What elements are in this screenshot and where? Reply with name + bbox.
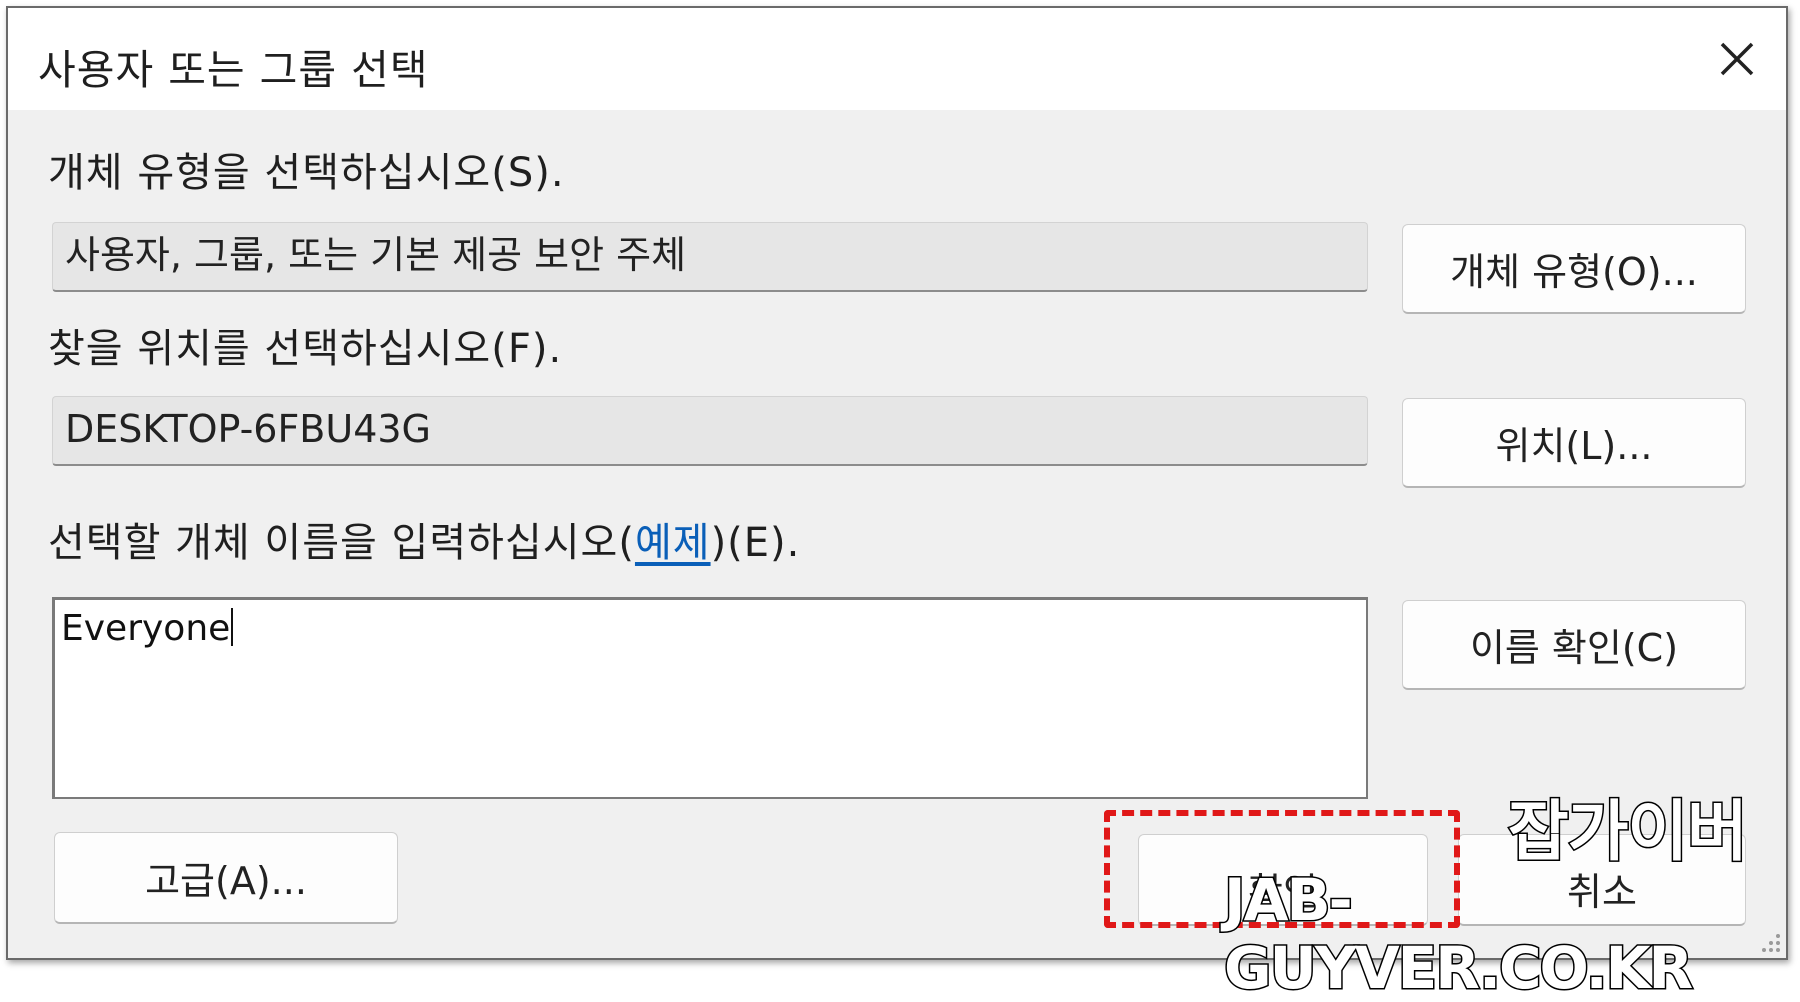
text-caret <box>231 608 234 646</box>
location-label: 찾을 위치를 선택하십시오(F). <box>48 326 563 372</box>
object-types-button[interactable]: 개체 유형(O)... <box>1402 224 1746 314</box>
dialog-title: 사용자 또는 그룹 선택 <box>38 46 429 94</box>
object-names-input[interactable]: Everyone <box>52 597 1368 799</box>
object-type-label: 개체 유형을 선택하십시오(S). <box>48 150 565 196</box>
object-type-field: 사용자, 그룹, 또는 기본 제공 보안 주체 <box>52 222 1368 292</box>
locations-button[interactable]: 위치(L)... <box>1402 398 1746 488</box>
close-button[interactable] <box>1714 36 1760 82</box>
object-names-value: Everyone <box>61 608 231 649</box>
watermark-domain: JAB-GUYVER.CO.KR <box>1223 865 1695 1002</box>
object-names-label-text: 선택할 개체 이름을 입력하십시오( <box>48 520 635 566</box>
watermark-korean: 잡가이버 <box>1507 792 1750 872</box>
close-icon <box>1720 42 1754 76</box>
examples-link[interactable]: 예제 <box>635 520 711 566</box>
check-names-button[interactable]: 이름 확인(C) <box>1402 600 1746 690</box>
object-names-label: 선택할 개체 이름을 입력하십시오(예제)(E). <box>48 510 800 568</box>
object-names-label-suffix: )(E). <box>710 520 801 566</box>
advanced-button[interactable]: 고급(A)... <box>54 832 398 924</box>
location-field: DESKTOP-6FBU43G <box>52 396 1368 466</box>
title-bar: 사용자 또는 그룹 선택 <box>8 8 1786 110</box>
